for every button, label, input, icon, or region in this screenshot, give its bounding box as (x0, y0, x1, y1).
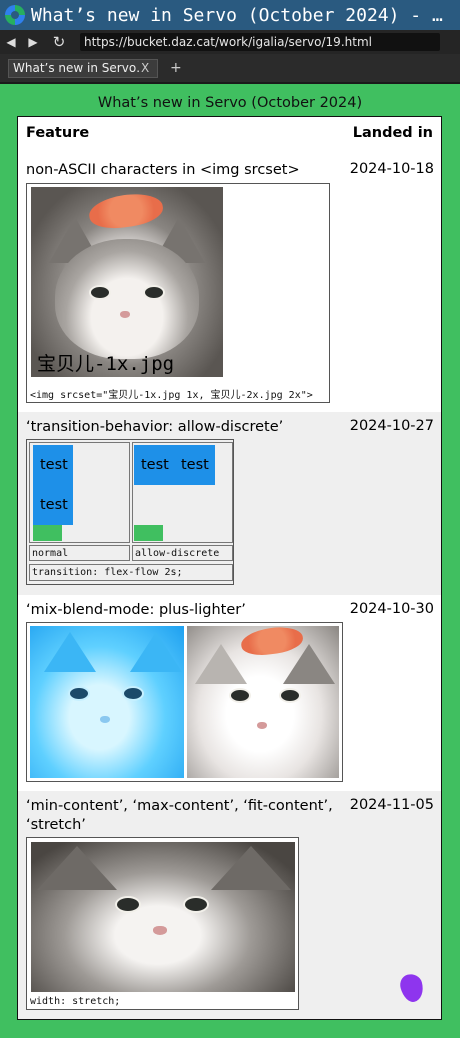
landed-date: 2024-10-18 (349, 161, 434, 177)
feature-name: ‘mix-blend-mode: plus-lighter’ (26, 602, 246, 618)
feature-table: Feature Landed in non-ASCII characters i… (17, 116, 442, 1020)
code-caption: <img srcset="宝贝儿-1x.jpg 1x, 宝贝儿-2x.jpg 2… (30, 390, 313, 401)
url-field[interactable]: https://bucket.daz.cat/work/igalia/servo… (80, 33, 440, 51)
cat-photo-stretched (31, 842, 295, 992)
page-heading: What’s new in Servo (October 2024) (97, 95, 363, 111)
column-header-feature: Feature (26, 125, 90, 141)
feature-name: ‘transition-behavior: allow-discrete’ (26, 419, 284, 435)
demo-frame (26, 622, 343, 782)
tab-label: What’s new in Servo… (13, 60, 141, 75)
cat-photo: 宝贝儿-1x.jpg (31, 187, 223, 377)
demo-frame: width: stretch; (26, 837, 299, 1010)
demo-frame: test test test test normal allow-discret… (26, 439, 234, 585)
table-row: ‘transition-behavior: allow-discrete’ 20… (18, 412, 441, 595)
new-tab-icon[interactable]: + (170, 60, 182, 76)
cat-photo-blue (30, 626, 184, 778)
table-row: ‘mix-blend-mode: plus-lighter’ 2024-10-3… (18, 595, 441, 791)
cat-photo-lighter (187, 626, 339, 778)
test-label: test (40, 497, 68, 513)
caption-normal: normal (32, 548, 69, 559)
back-arrow-icon[interactable]: ◀ (0, 35, 22, 49)
servo-logo-icon (5, 5, 25, 25)
demo-normal: test test (29, 442, 130, 543)
green-block (33, 525, 62, 541)
window-titlebar: What’s new in Servo (October 2024) - … (0, 0, 460, 30)
code-caption: width: stretch; (30, 996, 121, 1007)
landed-date: 2024-10-27 (349, 418, 434, 434)
browser-toolbar: ◀ ▶ ↻ https://bucket.daz.cat/work/igalia… (0, 30, 460, 54)
forward-arrow-icon[interactable]: ▶ (22, 35, 44, 49)
test-label: test (40, 457, 68, 473)
feature-name: ‘min-content’, ‘max-content’, ‘fit-conte… (26, 798, 333, 833)
column-header-landed: Landed in (352, 125, 433, 141)
image-filename-overlay: 宝贝儿-1x.jpg (37, 353, 175, 375)
caption-allow-discrete: allow-discrete (135, 548, 220, 559)
window-title: What’s new in Servo (October 2024) - … (31, 4, 443, 26)
green-block (134, 525, 163, 541)
table-row: non-ASCII characters in <img srcset> 202… (18, 155, 441, 412)
test-label: test (181, 457, 209, 473)
demo-allow-discrete: test test (132, 442, 233, 543)
tab-whats-new[interactable]: What’s new in Servo… X (8, 58, 158, 78)
tab-bar: What’s new in Servo… X + (0, 54, 460, 84)
reload-icon[interactable]: ↻ (44, 33, 74, 51)
table-row: ‘min-content’, ‘max-content’, ‘fit-conte… (18, 791, 441, 1019)
landed-date: 2024-10-30 (349, 601, 434, 617)
test-label: test (141, 457, 169, 473)
landed-date: 2024-11-05 (349, 797, 434, 813)
caption-transition: transition: flex-flow 2s; (32, 567, 183, 578)
demo-frame: 宝贝儿-1x.jpg <img srcset="宝贝儿-1x.jpg 1x, 宝… (26, 183, 330, 403)
feature-name: non-ASCII characters in <img srcset> (26, 162, 300, 178)
close-tab-icon[interactable]: X (141, 59, 149, 78)
